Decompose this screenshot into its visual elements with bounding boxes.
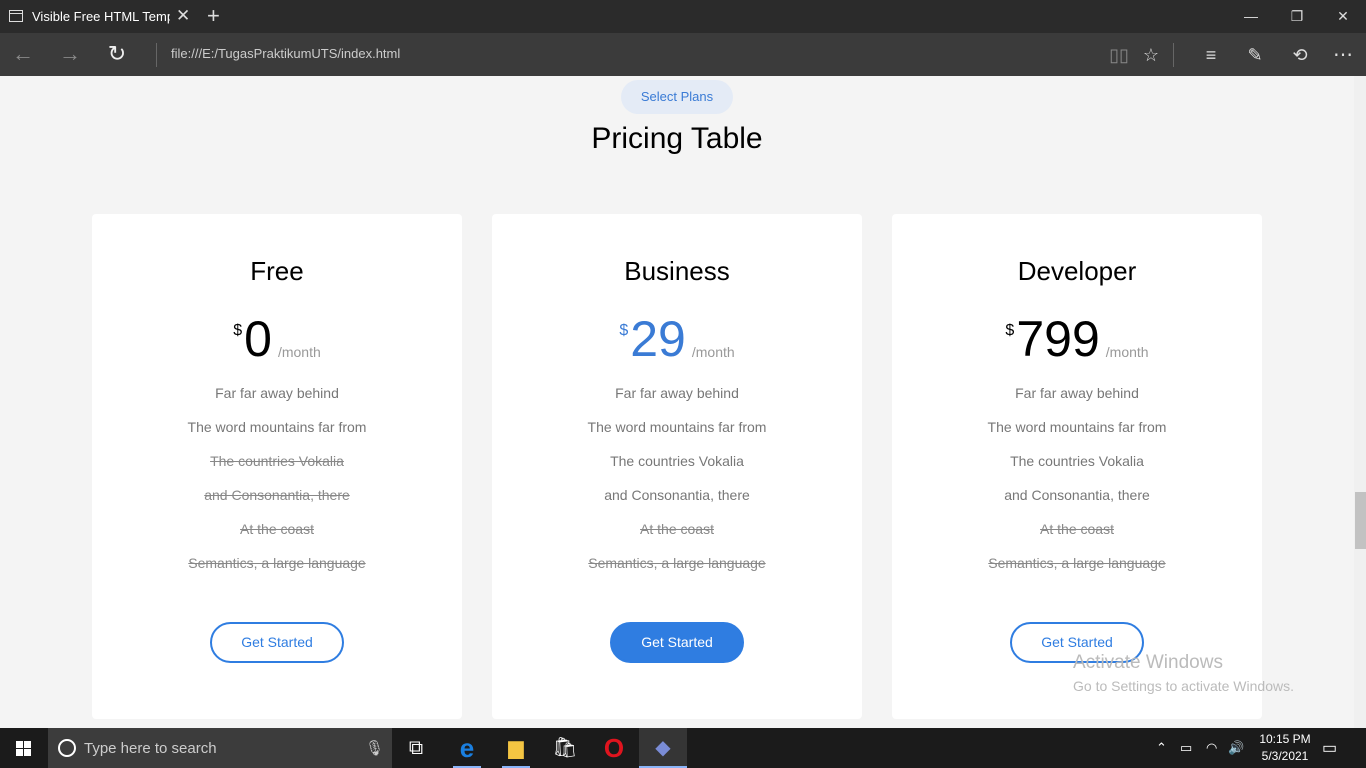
currency-symbol: $	[619, 322, 629, 339]
feature-item: The word mountains far from	[587, 419, 767, 435]
windows-taskbar: Type here to search 🎙 ⧉ e ▆ 🛍 O ◆ ⌃ ▭ ◠ …	[0, 728, 1366, 768]
price-period: /month	[691, 344, 735, 360]
hub-icon[interactable]: ≡	[1196, 41, 1226, 69]
feature-item: The word mountains far from	[187, 419, 367, 435]
maximize-button[interactable]: ❐	[1274, 0, 1320, 33]
feature-item: Far far away behind	[1015, 385, 1139, 401]
tab-close-icon[interactable]: ✕	[176, 6, 190, 26]
toolbar-separator	[1173, 43, 1174, 67]
system-clock[interactable]: 10:15 PM 5/3/2021	[1252, 731, 1318, 765]
price: $ 29 /month	[492, 314, 862, 364]
windows-logo-icon	[16, 749, 23, 756]
windows-logo-icon	[24, 749, 31, 756]
get-started-button[interactable]: Get Started	[610, 622, 744, 663]
pricing-card-developer: Developer $ 799 /month Far far away behi…	[892, 214, 1262, 719]
cortana-icon	[58, 739, 76, 757]
currency-symbol: $	[233, 322, 243, 339]
feature-list: Far far away behind The word mountains fa…	[492, 382, 862, 586]
windows-logo-icon	[16, 741, 23, 748]
feature-item: The countries Vokalia	[1010, 453, 1144, 469]
feature-item: Semantics, a large language	[988, 555, 1166, 571]
task-view-icon[interactable]: ⧉	[392, 728, 440, 768]
minimize-button[interactable]: —	[1228, 0, 1274, 33]
address-bar[interactable]: file:///E:/TugasPraktikumUTS/index.html	[171, 46, 400, 61]
more-icon[interactable]: ⋯	[1328, 41, 1358, 69]
price-period: /month	[1105, 344, 1149, 360]
feature-item: Semantics, a large language	[588, 555, 766, 571]
feature-item: The countries Vokalia	[610, 453, 744, 469]
favorite-star-icon[interactable]: ☆	[1136, 41, 1166, 69]
store-icon[interactable]: 🛍	[541, 728, 589, 768]
plan-name: Developer	[1017, 256, 1137, 286]
taskbar-search-box[interactable]: Type here to search 🎙	[48, 728, 392, 768]
page-content: Select Plans Pricing Table Free $ 0 /mon…	[0, 76, 1366, 728]
feature-item: Far far away behind	[615, 385, 739, 401]
windows-logo-icon	[24, 741, 31, 748]
feature-item: At the coast	[240, 521, 314, 537]
pricing-card-free: Free $ 0 /month Far far away behind The w…	[92, 214, 462, 719]
share-icon[interactable]: ⟲	[1285, 41, 1315, 69]
feature-list: Far far away behind The word mountains fa…	[92, 382, 462, 586]
feature-item: The word mountains far from	[987, 419, 1167, 435]
pricing-card-business: Business $ 29 /month Far far away behind…	[492, 214, 862, 719]
wifi-icon[interactable]: ◠	[1206, 728, 1217, 768]
feature-item: Semantics, a large language	[188, 555, 366, 571]
section-heading: Pricing Table	[591, 122, 763, 155]
page-scrollbar[interactable]	[1354, 76, 1366, 728]
price-period: /month	[277, 344, 321, 360]
plan-name: Free	[250, 256, 304, 286]
activate-windows-watermark: Activate Windows Go to Settings to activ…	[1073, 652, 1294, 694]
get-started-button[interactable]: Get Started	[210, 622, 344, 663]
microphone-icon[interactable]: 🎙	[365, 739, 384, 757]
git-app-icon[interactable]: ◆	[639, 728, 687, 768]
price: $ 799 /month	[892, 314, 1262, 364]
currency-symbol: $	[1005, 322, 1015, 339]
edge-browser-icon[interactable]: e	[443, 728, 491, 768]
notification-center-icon[interactable]: ▭	[1322, 738, 1337, 758]
scrollbar-thumb[interactable]	[1355, 492, 1366, 549]
browser-tab[interactable]: Visible Free HTML Temp ✕	[0, 0, 200, 33]
feature-item: Far far away behind	[215, 385, 339, 401]
price: $ 0 /month	[92, 314, 462, 364]
clock-date: 5/3/2021	[1261, 749, 1309, 763]
refresh-icon[interactable]: ↻	[102, 41, 132, 69]
feature-item: and Consonantia, there	[1004, 487, 1150, 503]
price-amount: 799	[1016, 311, 1100, 367]
browser-titlebar: Visible Free HTML Temp ✕ + — ❐ ✕	[0, 0, 1366, 33]
search-placeholder: Type here to search	[84, 740, 217, 757]
start-button[interactable]	[0, 728, 48, 768]
page-icon	[9, 10, 23, 22]
price-amount: 29	[630, 311, 686, 367]
price-amount: 0	[244, 311, 272, 367]
web-note-icon[interactable]: ✎	[1240, 41, 1270, 69]
back-arrow-icon[interactable]: ←	[8, 41, 38, 69]
address-separator	[156, 43, 157, 67]
tab-title: Visible Free HTML Temp	[32, 9, 170, 24]
feature-item: and Consonantia, there	[204, 487, 350, 503]
forward-arrow-icon[interactable]: →	[55, 41, 85, 69]
file-explorer-icon[interactable]: ▆	[492, 728, 540, 768]
feature-item: At the coast	[1040, 521, 1114, 537]
watermark-title: Activate Windows	[1073, 652, 1223, 673]
clock-time: 10:15 PM	[1259, 732, 1311, 746]
feature-item: and Consonantia, there	[604, 487, 750, 503]
close-window-button[interactable]: ✕	[1320, 0, 1366, 33]
feature-item: At the coast	[640, 521, 714, 537]
browser-navbar: ← → ↻ file:///E:/TugasPraktikumUTS/index…	[0, 33, 1366, 76]
new-tab-button[interactable]: +	[207, 3, 220, 29]
plan-name: Business	[624, 256, 730, 286]
show-hidden-icons-icon[interactable]: ⌃	[1156, 728, 1167, 768]
reading-view-icon[interactable]: ▯▯	[1104, 41, 1134, 69]
section-subheading: Select Plans	[621, 80, 733, 114]
opera-browser-icon[interactable]: O	[590, 728, 638, 768]
watermark-subtitle: Go to Settings to activate Windows.	[1073, 678, 1294, 694]
feature-item: The countries Vokalia	[210, 453, 344, 469]
feature-list: Far far away behind The word mountains fa…	[892, 382, 1262, 586]
battery-icon[interactable]: ▭	[1180, 728, 1192, 768]
volume-icon[interactable]: 🔊	[1228, 728, 1244, 768]
